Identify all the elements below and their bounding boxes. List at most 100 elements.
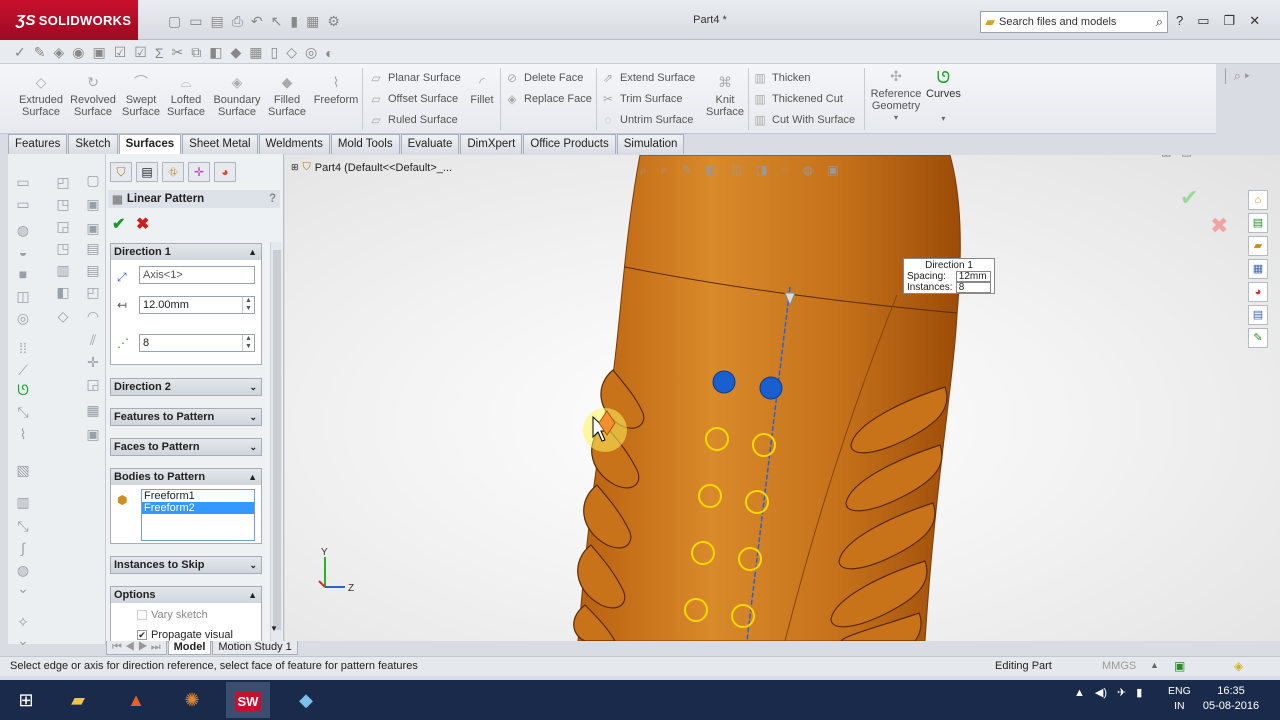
design-library-icon[interactable]: ▰ xyxy=(1248,236,1268,256)
ellipse-icon[interactable]: ▣ xyxy=(84,220,102,237)
tab-mold-tools[interactable]: Mold Tools xyxy=(330,134,400,154)
fillet-button[interactable]: ◜ Fillet xyxy=(466,75,498,106)
swept-surface-button[interactable]: ⌒ Swept Surface xyxy=(118,75,164,118)
scroll-down-icon[interactable]: ▼ xyxy=(270,624,278,633)
helix-icon[interactable]: ∫ xyxy=(14,540,32,556)
surface-icon[interactable]: ▧ xyxy=(14,462,32,479)
close-icon[interactable]: ✕ xyxy=(1249,13,1260,29)
vp-close-icon[interactable]: ✕ xyxy=(1242,155,1251,158)
display-manager-icon[interactable]: ◕ xyxy=(214,162,236,182)
move-icon[interactable]: ◧ xyxy=(54,284,72,301)
tab-surfaces[interactable]: Surfaces xyxy=(118,134,182,154)
clock[interactable]: 16:35 05-08-2016 xyxy=(1196,684,1266,714)
tab-office-products[interactable]: Office Products xyxy=(523,134,616,154)
convert-icon[interactable]: ▦ xyxy=(84,402,102,419)
graphics-area[interactable]: Y Z ⊞ ⛉ Part4 (Default<<Default>_... ⌕ ⌕… xyxy=(285,155,1280,641)
reverse-direction-icon[interactable]: ⤢ xyxy=(117,270,127,285)
slot-icon[interactable]: ▭ xyxy=(14,196,32,213)
point-icon[interactable]: ■ xyxy=(14,266,32,282)
copy-icon[interactable]: ◰ xyxy=(84,284,102,301)
solidworks-logo[interactable]: ƷS SOLIDWORKS xyxy=(0,0,138,40)
confirm-ok-icon[interactable]: ✔ xyxy=(1180,185,1198,211)
pin-icon[interactable]: ✎ xyxy=(1248,328,1268,348)
spacing-field[interactable]: 12.00mm ▲ ▼ xyxy=(139,296,255,314)
line-icon[interactable]: ▭ xyxy=(14,174,32,191)
circle-tool-icon[interactable]: ◳ xyxy=(54,196,72,213)
features-to-pattern-group[interactable]: Features to Pattern ⌄ xyxy=(110,408,262,426)
projected-curve-icon[interactable]: ⤡ xyxy=(14,518,32,535)
tab-features[interactable]: Features xyxy=(8,134,68,154)
pattern-icon[interactable]: ⁞⁞ xyxy=(14,340,32,356)
layout-icon[interactable]: ▦ xyxy=(249,44,262,61)
draw-icon[interactable]: ✎ xyxy=(34,44,46,61)
expand-tree-icon[interactable]: ⊞ xyxy=(291,162,299,173)
cancel-button[interactable]: ✖ xyxy=(136,214,149,234)
cut-with-surface-button[interactable]: ▥ Cut With Surface xyxy=(752,113,855,127)
replace-face-button[interactable]: ◈ Replace Face xyxy=(504,92,592,106)
stretch-icon[interactable]: ◠ xyxy=(84,308,102,325)
gear-taskbar-icon[interactable]: ✺ xyxy=(170,682,214,718)
offset-entities-icon[interactable]: ▤ xyxy=(84,262,102,279)
bodies-header[interactable]: Bodies to Pattern ▲ xyxy=(111,469,261,485)
save-icon[interactable]: ▤ xyxy=(210,13,223,30)
configuration-manager-icon[interactable]: ⛗ xyxy=(162,162,184,182)
weld-icon[interactable]: ✧ xyxy=(14,614,32,631)
tab-dimxpert[interactable]: DimXpert xyxy=(460,134,523,154)
text-tool-icon[interactable]: ▤ xyxy=(84,240,102,257)
measure-icon[interactable]: ◈ xyxy=(53,44,64,61)
collapse-icon[interactable]: ⌄ xyxy=(14,632,32,649)
units-dropdown-icon[interactable]: ▲ xyxy=(1150,660,1159,670)
display-style-icon[interactable]: ◨ xyxy=(756,163,767,178)
rotate-icon[interactable]: ◇ xyxy=(54,308,72,325)
status-help-icon[interactable]: ▣ xyxy=(1174,659,1185,673)
appearances-icon[interactable]: ◕ xyxy=(1248,282,1268,302)
photo-icon[interactable]: ◎ xyxy=(305,44,317,61)
scroll-thumb[interactable] xyxy=(273,250,281,630)
knit-surface-button[interactable]: ⌘ Knit Surface xyxy=(704,75,746,118)
scene-icon[interactable]: ▣ xyxy=(827,163,838,178)
tray-expand-icon[interactable]: ▲ xyxy=(1074,687,1085,699)
repair-icon[interactable]: ◲ xyxy=(84,376,102,393)
trim-entities-icon[interactable]: ▥ xyxy=(54,262,72,279)
ribbon-search-icon[interactable]: │ ⌕ ▸ xyxy=(1222,68,1272,90)
zoom-to-fit-icon[interactable]: ⌕ xyxy=(640,163,647,178)
compare-icon[interactable]: ⧉ xyxy=(191,44,201,61)
tab-evaluate[interactable]: Evaluate xyxy=(400,134,460,154)
instances-field[interactable]: 8 ▲ ▼ xyxy=(139,334,255,352)
lofted-surface-button[interactable]: ⌓ Lofted Surface xyxy=(164,75,208,118)
sketch-icon[interactable]: ▯ xyxy=(270,44,278,61)
help-icon[interactable]: ? xyxy=(269,193,276,205)
airplane-icon[interactable]: ✈ xyxy=(1117,686,1126,699)
composite-curve-icon[interactable]: ◍ xyxy=(14,562,32,579)
search-icon[interactable]: ⌕ xyxy=(1156,14,1163,30)
file-explorer-icon[interactable]: ▦ xyxy=(1248,259,1268,279)
split-line-icon[interactable]: ▥ xyxy=(14,494,32,511)
unit-system[interactable]: MMGS xyxy=(1102,660,1136,672)
battery-icon[interactable]: ▮ xyxy=(1136,686,1142,699)
undo-icon[interactable]: ↶ xyxy=(251,13,263,30)
options-icon[interactable]: ⚙ xyxy=(327,13,340,30)
spelling-icon[interactable]: ✓ xyxy=(14,44,26,61)
cascade-icon[interactable]: ▣ xyxy=(1181,155,1191,158)
file-explorer-taskbar-icon[interactable]: ▰ xyxy=(56,682,100,718)
bodies-list[interactable]: Freeform1 Freeform2 xyxy=(141,489,255,541)
pattern-callout[interactable]: Direction 1 Spacing: 12mm Instances: 8 xyxy=(903,258,995,294)
resources-icon[interactable]: ▤ xyxy=(1248,213,1268,233)
list-item[interactable]: Freeform1 xyxy=(142,490,254,502)
expand-more-icon[interactable]: ⌄ xyxy=(14,580,32,597)
delete-face-button[interactable]: ⊘ Delete Face xyxy=(504,71,583,85)
mass-props-icon[interactable]: ▣ xyxy=(92,44,105,61)
rebuild-icon[interactable]: ▮ xyxy=(290,13,298,30)
planar-surface-button[interactable]: ▱ Planar Surface xyxy=(368,71,460,85)
ruled-surface-button[interactable]: ▱ Ruled Surface xyxy=(368,113,457,127)
list-item-selected[interactable]: Freeform2 xyxy=(142,502,254,514)
tab-simulation[interactable]: Simulation xyxy=(616,134,685,154)
search-box[interactable]: ▰ Search files and models ⌕ xyxy=(980,11,1168,33)
select-icon[interactable]: ↖ xyxy=(271,13,283,30)
callout-instances-field[interactable]: 8 xyxy=(955,282,991,293)
vary-sketch-checkbox[interactable]: Vary sketch xyxy=(137,609,208,621)
checkbox-icon[interactable]: ☑ xyxy=(114,44,127,61)
vp-restore-icon[interactable]: ❐ xyxy=(1222,155,1232,158)
custom-properties-icon[interactable]: ▤ xyxy=(1248,305,1268,325)
rectangle-icon[interactable]: ▢ xyxy=(84,172,102,189)
